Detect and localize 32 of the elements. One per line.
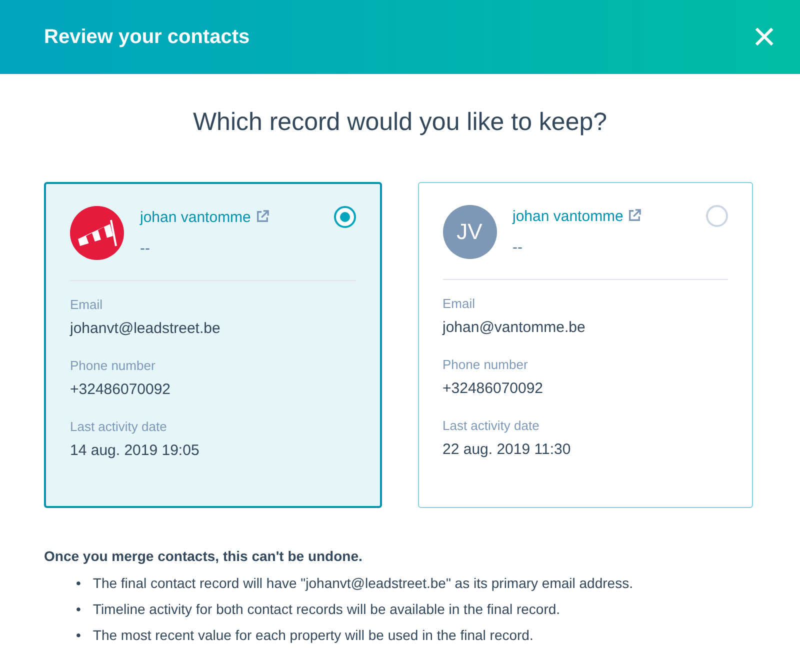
avatar: JV bbox=[442, 204, 496, 258]
warning-item: The most recent value for each property will be used in the final record. bbox=[92, 626, 534, 645]
field-value: +32486070092 bbox=[70, 380, 172, 400]
question-heading: Which record would you like to keep? bbox=[192, 107, 608, 138]
field-label: Phone number bbox=[442, 356, 529, 374]
dialog-title: Review your contacts bbox=[44, 25, 250, 50]
field-value: 22 aug. 2019 11:30 bbox=[442, 440, 572, 460]
external-link-icon bbox=[628, 208, 642, 222]
external-link-icon bbox=[256, 210, 269, 222]
bullet-mark: • bbox=[76, 626, 81, 644]
field-label: Email bbox=[70, 296, 104, 314]
field-value: +32486070092 bbox=[442, 378, 544, 398]
contact-name-link[interactable]: johan vantomme bbox=[140, 208, 251, 226]
field-label: Last activity date bbox=[442, 417, 540, 435]
close-button[interactable]: × bbox=[752, 17, 776, 57]
warning-title: Once you merge contacts, this can't be undone. bbox=[44, 546, 364, 566]
field-value: 14 aug. 2019 19:05 bbox=[70, 440, 200, 460]
radio-button[interactable] bbox=[334, 206, 356, 228]
contact-subtitle: -- bbox=[140, 238, 151, 258]
bullet-mark: • bbox=[76, 600, 81, 618]
contact-subtitle: -- bbox=[512, 238, 524, 258]
field-value: johan@vantomme.be bbox=[442, 318, 586, 338]
warning-item: The final contact record will have "johanvt@leadstreet.be" as its primary email address. bbox=[92, 574, 633, 593]
field-label: Last activity date bbox=[70, 418, 168, 436]
field-label: Email bbox=[442, 295, 476, 313]
field-value: johanvt@leadstreet.be bbox=[70, 318, 222, 338]
warning-item: Timeline activity for both contact records will be available in the final record. bbox=[92, 600, 560, 619]
radio-button[interactable] bbox=[706, 204, 728, 226]
windsock-logo bbox=[70, 206, 124, 260]
bullet-mark: • bbox=[76, 574, 81, 592]
field-label: Phone number bbox=[70, 357, 156, 375]
contact-name-link[interactable]: johan vantomme bbox=[512, 208, 624, 224]
